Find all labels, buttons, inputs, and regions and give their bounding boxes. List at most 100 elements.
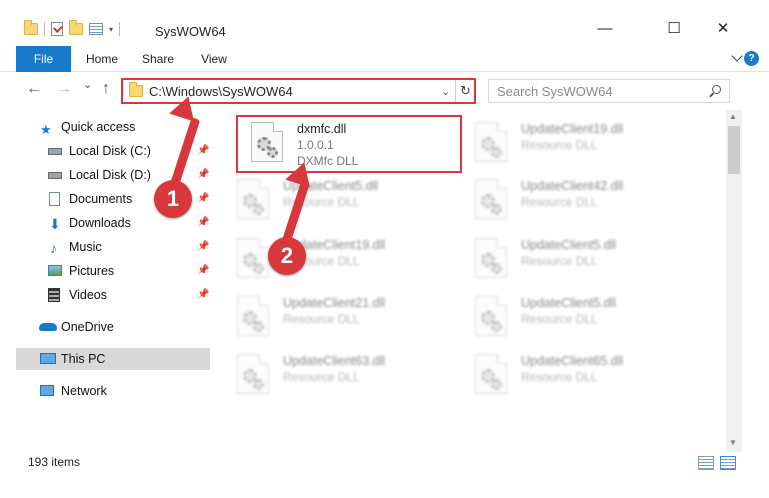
- file-item[interactable]: UpdateClient5.dll Resource DLL: [463, 290, 693, 346]
- search-input[interactable]: Search SysWOW64: [488, 79, 730, 103]
- properties-icon[interactable]: [89, 23, 103, 35]
- file-description: Resource DLL: [521, 312, 598, 326]
- pin-icon: 📌: [197, 241, 210, 252]
- ribbon-tabs: File Home Share View ?: [0, 46, 769, 72]
- folder-icon: [129, 82, 143, 97]
- file-description: Resource DLL: [283, 312, 360, 326]
- file-item[interactable]: UpdateClient65.dll Resource DLL: [463, 348, 693, 404]
- downloads-icon: ⬇: [49, 216, 61, 232]
- sidebar-item-label: Videos: [69, 288, 107, 302]
- tiles-view-icon[interactable]: [720, 456, 736, 470]
- scrollbar-thumb[interactable]: [728, 126, 740, 174]
- tab-view[interactable]: View: [194, 46, 234, 72]
- sidebar-item-label: This PC: [61, 352, 106, 366]
- file-item[interactable]: UpdateClient5.dll Resource DLL: [225, 173, 455, 229]
- documents-icon: [49, 192, 60, 206]
- annotation-marker-2: 2: [268, 237, 306, 275]
- file-name: UpdateClient5.dll: [521, 296, 617, 310]
- file-name: UpdateClient21.dll: [283, 296, 386, 310]
- back-button[interactable]: ←: [26, 80, 42, 98]
- title-bar: ▾ SysWOW64 — ☐ ✕: [0, 0, 769, 46]
- scroll-down-arrow-icon[interactable]: ▼: [729, 438, 737, 447]
- tab-file[interactable]: File: [16, 46, 71, 72]
- file-item[interactable]: UpdateClient42.dll Resource DLL: [463, 173, 693, 229]
- file-name: UpdateClient5.dll: [521, 238, 617, 252]
- file-item[interactable]: UpdateClient63.dll Resource DLL: [225, 348, 455, 404]
- file-item[interactable]: UpdateClient19.dll Resource DLL: [463, 116, 693, 172]
- details-view-icon[interactable]: [698, 456, 714, 470]
- toolbar-separator: [44, 22, 45, 36]
- maximize-button[interactable]: ☐: [651, 14, 697, 44]
- videos-icon: [48, 288, 60, 302]
- sidebar-item-onedrive[interactable]: OneDrive: [16, 316, 210, 338]
- computer-icon: [40, 353, 56, 364]
- item-count: 193 items: [28, 455, 81, 469]
- pin-icon: 📌: [197, 145, 210, 156]
- vertical-scrollbar[interactable]: ▲ ▼: [726, 110, 742, 452]
- navigation-bar: ← → ⌄ ↑ C:\Windows\SysWOW64 ⌄ ↻ Search S…: [0, 72, 769, 110]
- sidebar-item-quick-access[interactable]: ★ Quick access: [16, 116, 210, 138]
- sidebar-item-label: Downloads: [69, 216, 131, 230]
- help-icon[interactable]: ?: [744, 51, 759, 66]
- up-button[interactable]: ↑: [102, 80, 110, 98]
- forward-button[interactable]: →: [56, 80, 72, 98]
- dll-file-icon: [475, 296, 507, 336]
- tab-home[interactable]: Home: [80, 46, 124, 72]
- pin-icon: 📌: [197, 217, 210, 228]
- search-placeholder: Search SysWOW64: [497, 84, 613, 99]
- pin-icon: 📌: [197, 289, 210, 300]
- pin-icon: 📌: [197, 193, 210, 204]
- address-dropdown-icon[interactable]: ⌄: [441, 85, 450, 98]
- customize-toolbar-caret-icon[interactable]: ▾: [109, 25, 113, 34]
- sidebar-item-label: Pictures: [69, 264, 115, 278]
- properties-check-icon[interactable]: [51, 22, 63, 36]
- dll-file-icon: [475, 179, 507, 219]
- sidebar-item-pictures[interactable]: Pictures 📌: [16, 260, 210, 282]
- sidebar-item-this-pc[interactable]: This PC: [16, 348, 210, 370]
- dll-file-icon: [237, 296, 269, 336]
- file-description: Resource DLL: [521, 138, 598, 152]
- sidebar-item-videos[interactable]: Videos 📌: [16, 284, 210, 306]
- file-description: Resource DLL: [521, 370, 598, 384]
- recent-locations-button[interactable]: ⌄: [83, 78, 92, 91]
- refresh-button[interactable]: ↻: [455, 80, 475, 102]
- tab-share[interactable]: Share: [136, 46, 180, 72]
- file-name: UpdateClient19.dll: [521, 122, 624, 136]
- status-bar: 193 items: [0, 452, 769, 474]
- close-button[interactable]: ✕: [700, 14, 746, 44]
- sidebar-item-label: OneDrive: [61, 320, 114, 334]
- file-item[interactable]: UpdateClient19.dll Resource DLL: [225, 232, 455, 288]
- file-description: Resource DLL: [283, 370, 360, 384]
- sidebar-item-label: Network: [61, 384, 107, 398]
- music-icon: ♪: [50, 240, 57, 256]
- window-title: SysWOW64: [155, 24, 226, 39]
- new-folder-icon[interactable]: [69, 20, 83, 35]
- file-name: UpdateClient63.dll: [283, 354, 386, 368]
- sidebar-item-label: Music: [69, 240, 102, 254]
- search-icon[interactable]: [712, 85, 721, 94]
- dll-file-icon: [237, 238, 269, 278]
- sidebar-item-music[interactable]: ♪ Music 📌: [16, 236, 210, 258]
- sidebar-item-network[interactable]: Network: [16, 380, 210, 402]
- quick-access-toolbar: ▾: [24, 20, 121, 36]
- sidebar-item-label: Local Disk (C:): [69, 144, 151, 158]
- drive-icon: [48, 172, 62, 179]
- expand-ribbon-chevron-icon[interactable]: [731, 50, 743, 62]
- dll-file-icon: [237, 354, 269, 394]
- address-path[interactable]: C:\Windows\SysWOW64: [149, 84, 293, 99]
- file-item[interactable]: UpdateClient5.dll Resource DLL: [463, 232, 693, 288]
- file-item[interactable]: UpdateClient21.dll Resource DLL: [225, 290, 455, 346]
- file-description: Resource DLL: [521, 254, 598, 268]
- dll-file-icon: [475, 122, 507, 162]
- sidebar-item-label: Documents: [69, 192, 133, 206]
- pictures-icon: [48, 265, 62, 276]
- star-icon: ★: [40, 122, 52, 137]
- folder-icon[interactable]: [24, 20, 38, 35]
- sidebar-item-label: Local Disk (D:): [69, 168, 151, 182]
- sidebar-item-label: Quick access: [61, 120, 136, 134]
- dll-file-icon: [475, 238, 507, 278]
- scroll-up-arrow-icon[interactable]: ▲: [729, 112, 737, 121]
- pin-icon: 📌: [197, 169, 210, 180]
- file-description: Resource DLL: [521, 195, 598, 209]
- minimize-button[interactable]: —: [582, 14, 628, 44]
